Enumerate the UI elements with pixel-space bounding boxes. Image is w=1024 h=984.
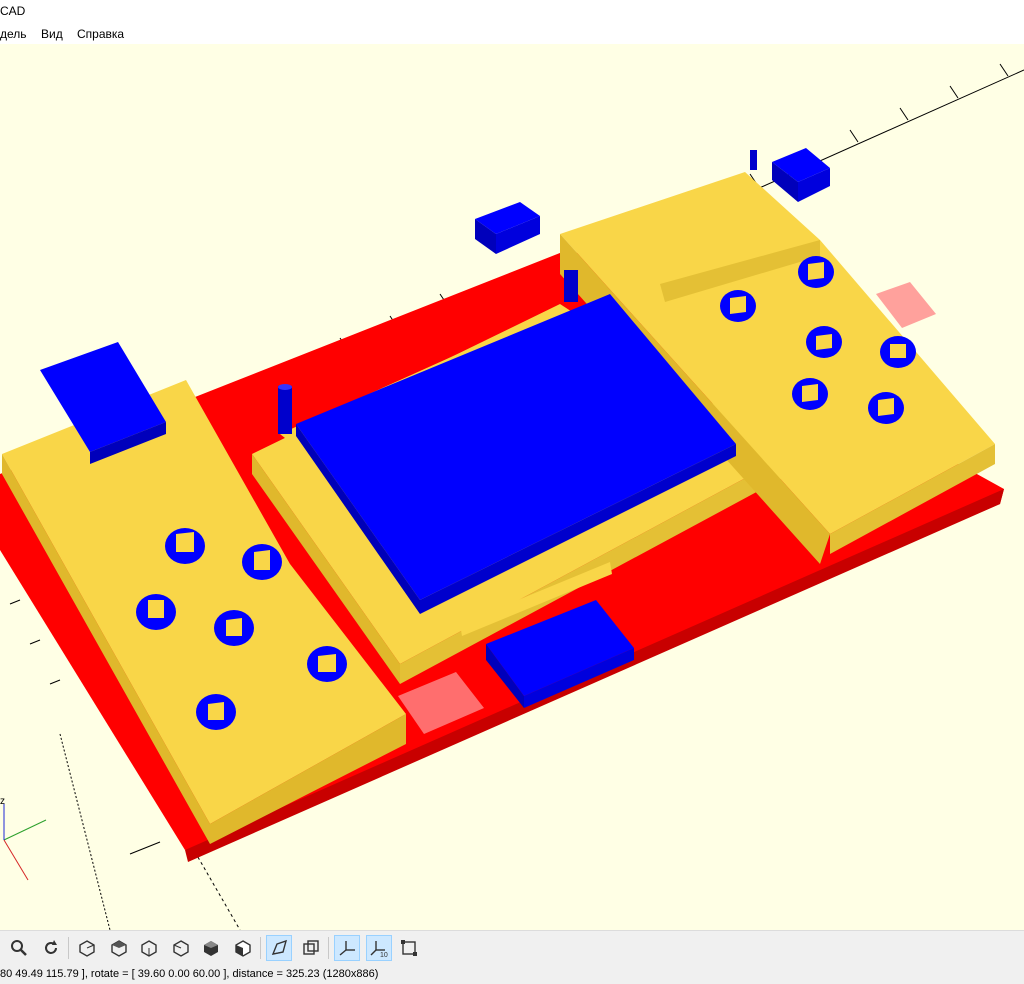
axis-z-label: z [0,796,5,807]
3d-viewport[interactable]: z [0,44,1024,930]
toolbar-separator [260,937,261,959]
status-text: 80 49.49 115.79 ], rotate = [ 39.60 0.00… [0,968,379,980]
view-toolbar: 10 [0,930,1024,965]
axes-indicator: z [0,796,47,881]
status-bar: 80 49.49 115.79 ], rotate = [ 39.60 0.00… [0,964,1024,984]
orthogonal-icon[interactable] [298,935,324,961]
view-right-icon[interactable] [74,935,100,961]
view-back-icon[interactable] [230,935,256,961]
menu-model[interactable]: дель [0,27,27,41]
menu-view[interactable]: Вид [41,27,63,41]
perspective-icon[interactable] [266,935,292,961]
svg-text:10: 10 [380,952,388,958]
menu-help[interactable]: Справка [77,27,124,41]
show-scale-markers-icon[interactable]: 10 [366,935,392,961]
reset-view-icon[interactable] [38,935,64,961]
model-render: z [0,63,1024,930]
zoom-icon[interactable] [6,935,32,961]
view-bottom-icon[interactable] [136,935,162,961]
menu-bar: дель Вид Справка [0,22,1024,44]
view-left-icon[interactable] [168,935,194,961]
show-edges-icon[interactable] [396,935,422,961]
show-axes-icon[interactable] [334,935,360,961]
window-title-bar: CAD [0,0,1024,22]
window-title: CAD [0,4,26,18]
view-top-icon[interactable] [106,935,132,961]
toolbar-separator [68,937,69,959]
toolbar-separator [328,937,329,959]
view-front-icon[interactable] [198,935,224,961]
